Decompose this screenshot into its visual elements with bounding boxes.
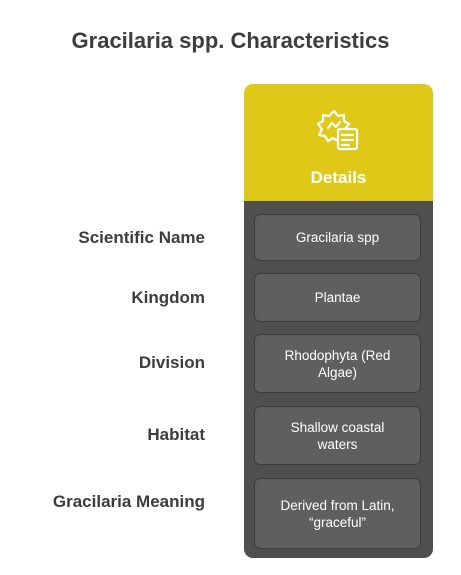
cell-division: Rhodophyta (Red Algae) — [254, 334, 421, 393]
row-label-habitat: Habitat — [147, 425, 205, 444]
details-column-header: Details — [244, 84, 433, 201]
cell-habitat: Shallow coastal waters — [254, 406, 421, 465]
row-label-gracilaria-meaning: Gracilaria Meaning — [52, 492, 205, 511]
row-label-scientific-name: Scientific Name — [78, 228, 205, 247]
chart-title: Gracilaria spp. Characteristics — [71, 28, 390, 53]
details-header-label: Details — [310, 168, 367, 187]
row-label-division: Division — [138, 353, 205, 372]
cell-kingdom: Plantae — [254, 273, 421, 322]
row-label-kingdom: Kingdom — [131, 288, 205, 307]
cell-gracilaria-meaning: Derived from Latin, “graceful” — [254, 478, 421, 549]
badge-document-icon — [314, 105, 364, 155]
cell-scientific-name: Gracilaria spp — [254, 214, 421, 261]
